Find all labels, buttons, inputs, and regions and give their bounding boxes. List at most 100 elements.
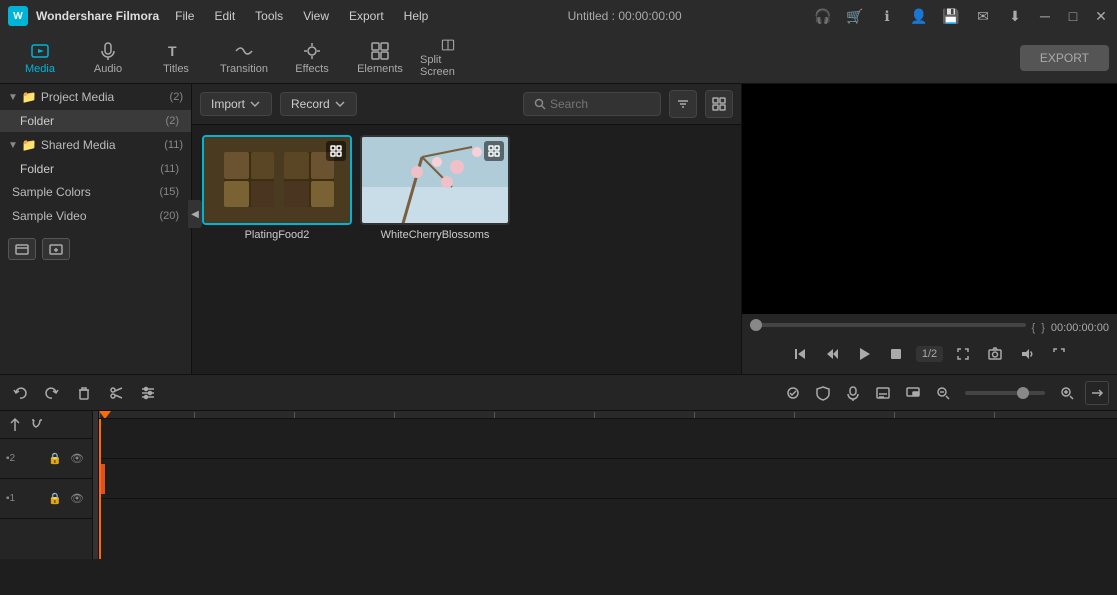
track-2-eye[interactable]: 👁	[68, 450, 86, 468]
menu-file[interactable]: File	[167, 7, 202, 25]
collapse-panel-btn[interactable]: ◀	[188, 200, 192, 228]
import-dropdown[interactable]: Import	[200, 92, 272, 116]
info-icon[interactable]: ℹ	[877, 6, 897, 26]
toolbar-media[interactable]: Media	[8, 34, 72, 82]
save-icon[interactable]: 💾	[941, 6, 961, 26]
cart-icon[interactable]: 🛒	[845, 6, 865, 26]
cut-btn[interactable]	[104, 381, 128, 405]
zoom-out-icon	[935, 385, 951, 401]
shared-media-label: Shared Media	[41, 138, 160, 152]
sample-colors-row[interactable]: Sample Colors (15)	[0, 180, 191, 204]
play-btn[interactable]	[852, 342, 876, 366]
main-toolbar: Media Audio T Titles Transition Effects …	[0, 32, 1117, 84]
magnet-btn[interactable]	[28, 416, 46, 434]
beautify-btn[interactable]	[781, 381, 805, 405]
subtitle-icon	[875, 385, 891, 401]
adjust-btn[interactable]	[136, 381, 160, 405]
fullscreen-btn[interactable]	[951, 342, 975, 366]
minimize-button[interactable]: ─	[1037, 8, 1053, 24]
title-bar-right: 🎧 🛒 ℹ 👤 💾 ✉ ⬇ ─ □ ✕	[813, 6, 1109, 26]
expand-icon-2	[488, 145, 500, 157]
person-icon[interactable]: 👤	[909, 6, 929, 26]
title-bar-left: W Wondershare Filmora File Edit Tools Vi…	[8, 6, 436, 26]
menu-tools[interactable]: Tools	[247, 7, 291, 25]
content-area: Import Record	[192, 84, 741, 374]
zoom-out-btn[interactable]	[931, 381, 955, 405]
toolbar-splitscreen[interactable]: Split Screen	[416, 34, 480, 82]
zoom-in-icon	[1059, 385, 1075, 401]
folder-name: Folder	[20, 114, 54, 128]
track-1-label: ▪1	[6, 493, 42, 504]
record-dropdown[interactable]: Record	[280, 92, 357, 116]
new-folder-btn[interactable]	[42, 238, 70, 260]
maximize-button[interactable]: □	[1065, 8, 1081, 24]
record-chevron-icon	[334, 98, 346, 110]
timeline-extra-btn[interactable]	[1085, 381, 1109, 405]
skip-back-btn[interactable]	[820, 342, 844, 366]
shared-media-header[interactable]: ▼ 📁 Shared Media (11)	[0, 132, 191, 158]
search-input[interactable]	[550, 97, 650, 111]
undo-btn[interactable]	[8, 381, 32, 405]
mail-icon[interactable]: ✉	[973, 6, 993, 26]
elements-icon	[370, 41, 390, 61]
subtitle-btn[interactable]	[871, 381, 895, 405]
timeline-tracks-header: ▪2 🔒 👁 ▪1 🔒 👁	[0, 411, 93, 559]
preview-slider[interactable]	[750, 323, 1026, 327]
toolbar-titles[interactable]: T Titles	[144, 34, 208, 82]
pip-btn[interactable]	[901, 381, 925, 405]
timeline-right-controls	[781, 381, 1109, 405]
mic-btn[interactable]	[841, 381, 865, 405]
redo-btn[interactable]	[40, 381, 64, 405]
menu-view[interactable]: View	[295, 7, 337, 25]
playhead-line	[99, 419, 101, 559]
media-icon	[30, 41, 50, 61]
track-empty-area[interactable]	[99, 499, 1117, 559]
grid-view-button[interactable]	[705, 90, 733, 118]
import-chevron-icon	[249, 98, 261, 110]
project-media-header[interactable]: ▼ 📁 Project Media (2)	[0, 84, 191, 110]
elements-label: Elements	[357, 63, 403, 75]
filter-button[interactable]	[669, 90, 697, 118]
shield-btn[interactable]	[811, 381, 835, 405]
menu-export[interactable]: Export	[341, 7, 392, 25]
add-media-btn[interactable]	[8, 238, 36, 260]
toolbar-audio[interactable]: Audio	[76, 34, 140, 82]
toolbar-effects[interactable]: Effects	[280, 34, 344, 82]
delete-btn[interactable]	[72, 381, 96, 405]
headphone-icon[interactable]: 🎧	[813, 6, 833, 26]
search-box[interactable]	[523, 92, 661, 116]
preview-ratio[interactable]: 1/2	[916, 346, 943, 362]
stop-btn[interactable]	[884, 342, 908, 366]
track-row-1[interactable]	[99, 459, 1117, 499]
media-item-2[interactable]: WhiteCherryBlossoms	[360, 135, 510, 241]
menu-help[interactable]: Help	[396, 7, 437, 25]
track-2-lock[interactable]: 🔒	[46, 450, 64, 468]
volume-btn[interactable]	[1015, 342, 1039, 366]
sample-video-label: Sample Video	[12, 209, 87, 223]
prev-frame-btn[interactable]	[788, 342, 812, 366]
title-bar: W Wondershare Filmora File Edit Tools Vi…	[0, 0, 1117, 32]
download-icon[interactable]: ⬇	[1005, 6, 1025, 26]
track-row-2[interactable]	[99, 419, 1117, 459]
sample-video-row[interactable]: Sample Video (20)	[0, 204, 191, 228]
media-item-1[interactable]: PlatingFood2	[202, 135, 352, 241]
folder-row-shared[interactable]: Folder (11)	[0, 158, 191, 180]
app-logo: W	[8, 6, 28, 26]
close-button[interactable]: ✕	[1093, 8, 1109, 24]
folder-row-project[interactable]: Folder (2)	[0, 110, 191, 132]
timeline-toolbar	[0, 375, 1117, 411]
add-folder-icon	[15, 242, 29, 256]
expand-preview-btn[interactable]	[1047, 342, 1071, 366]
toolbar-transition[interactable]: Transition	[212, 34, 276, 82]
snap-btn[interactable]	[6, 416, 24, 434]
track-1-lock[interactable]: 🔒	[46, 490, 64, 508]
toolbar-elements[interactable]: Elements	[348, 34, 412, 82]
zoom-slider[interactable]	[965, 391, 1045, 395]
snapshot-btn[interactable]	[983, 342, 1007, 366]
track-1-eye[interactable]: 👁	[68, 490, 86, 508]
export-button[interactable]: EXPORT	[1020, 45, 1109, 71]
menu-edit[interactable]: Edit	[206, 7, 243, 25]
zoom-in-btn[interactable]	[1055, 381, 1079, 405]
preview-viewport	[742, 84, 1117, 314]
titles-icon: T	[166, 41, 186, 61]
